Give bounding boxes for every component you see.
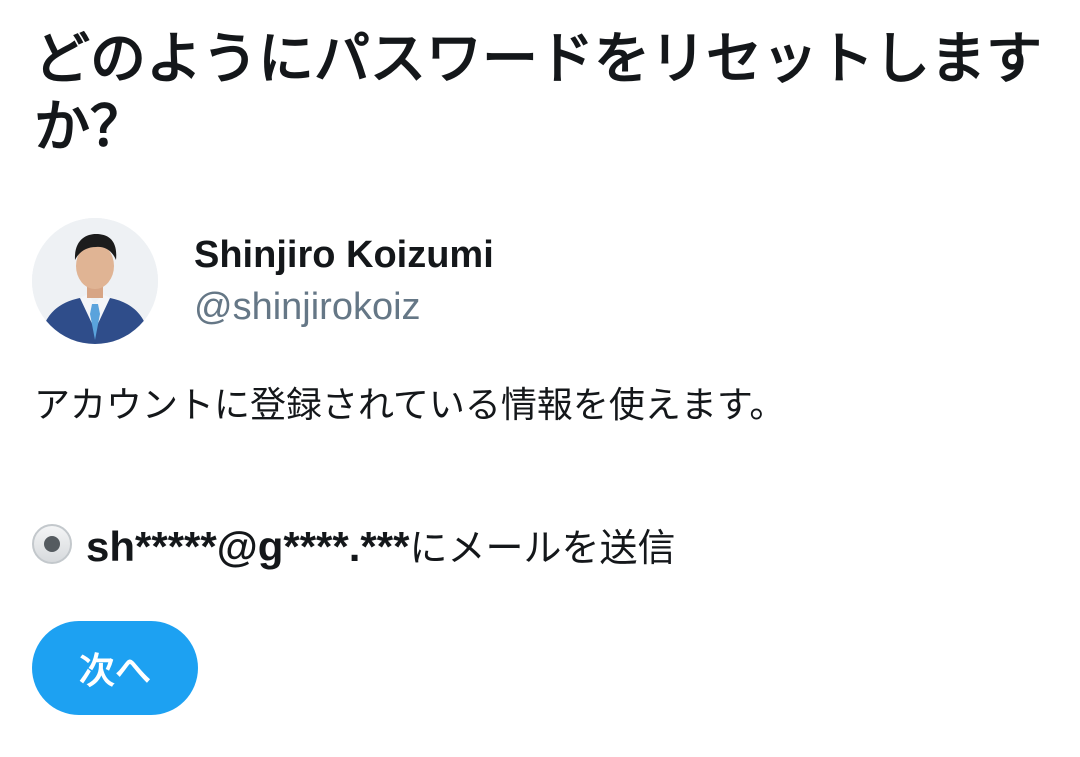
page-title: どのようにパスワードをリセットしますか？	[34, 27, 1042, 160]
account-handle: @shinjirokoiz	[194, 286, 421, 328]
account-display-name: Shinjiro Koizumi	[194, 234, 494, 276]
next-button[interactable]: 次へ	[32, 621, 198, 715]
profile-photo-icon	[32, 218, 158, 344]
radio-selected-dot-icon	[44, 536, 60, 552]
description-text: アカウントに登録されている情報を使えます。	[34, 385, 786, 426]
avatar	[32, 218, 158, 344]
radio-button[interactable]	[32, 524, 72, 564]
masked-email: sh*****@g****.***	[86, 522, 410, 570]
email-reset-option[interactable]: sh*****@g****.***にメールを送信	[32, 514, 675, 574]
email-option-label: sh*****@g****.***にメールを送信	[86, 517, 675, 572]
password-reset-page: どのようにパスワードをリセットしますか？ Shinjiro Koizumi @s…	[0, 0, 1080, 757]
send-email-suffix: にメールを送信	[409, 525, 676, 570]
